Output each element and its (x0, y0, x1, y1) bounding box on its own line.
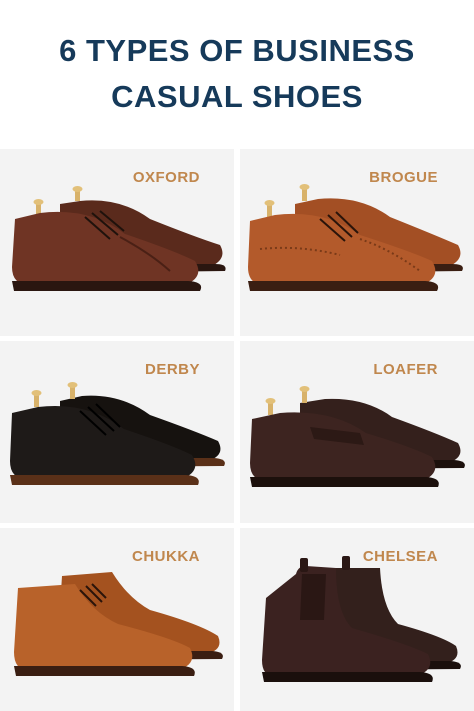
tile-oxford: OXFORD (0, 149, 234, 336)
page-title: 6 TYPES OF BUSINESS CASUAL SHOES (0, 28, 474, 120)
tile-derby: DERBY (0, 341, 234, 523)
title-line-2: CASUAL SHOES (111, 79, 363, 114)
shoe-grid: OXFORD BROGUE DERBY LOAFER CHUKKA CHELSE… (0, 149, 474, 711)
oxford-shoe-image (12, 186, 226, 291)
chelsea-boot-image (262, 556, 461, 682)
tile-loafer: LOAFER (240, 341, 474, 523)
brogue-shoe-image (248, 184, 463, 291)
tile-chukka: CHUKKA (0, 528, 234, 711)
tile-chelsea: CHELSEA (240, 528, 474, 711)
chukka-shoe-image (14, 572, 223, 676)
tile-brogue: BROGUE (240, 149, 474, 336)
loafer-shoe-image (250, 386, 465, 487)
derby-shoe-image (10, 382, 225, 485)
title-line-1: 6 TYPES OF BUSINESS (59, 33, 415, 68)
